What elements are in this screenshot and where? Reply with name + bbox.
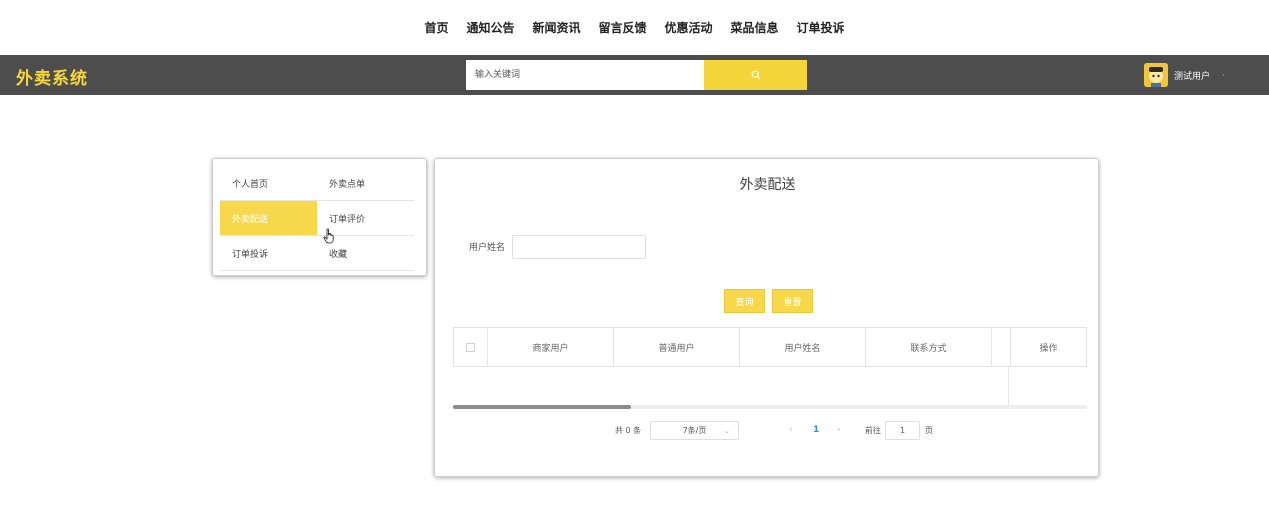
side-item-order[interactable]: 外卖点单 xyxy=(317,166,414,201)
page-number-current[interactable]: 1 xyxy=(813,425,819,435)
pagination-total: 共 0 条 xyxy=(615,426,642,435)
select-all-cell xyxy=(454,328,488,366)
page-size-value: 7条/页 xyxy=(682,426,707,435)
nav-item-home[interactable]: 首页 xyxy=(424,19,448,36)
search-input[interactable] xyxy=(466,60,704,90)
page-unit-label: 页 xyxy=(925,426,933,435)
goto-page-input[interactable]: 1 xyxy=(885,421,920,440)
side-item-complaints[interactable]: 订单投诉 xyxy=(220,236,317,271)
column-header-merchant: 商家用户 xyxy=(488,328,614,366)
delivery-table-header: 商家用户 普通用户 用户姓名 联系方式 操作 xyxy=(453,327,1087,367)
delivery-panel: 外卖配送 用户姓名 查询 重置 商家用户 普通用户 用户姓名 联系方式 操作 共… xyxy=(434,158,1099,477)
nav-item-dishes[interactable]: 菜品信息 xyxy=(731,19,779,36)
goto-label: 前往 xyxy=(865,426,881,435)
query-button[interactable]: 查询 xyxy=(724,289,765,313)
brand-title: 外卖系统 xyxy=(16,69,88,89)
column-header-name: 用户姓名 xyxy=(740,328,866,366)
pagination: 共 0 条 7条/页 ⌄ ‹ 1 › 前往 1 页 xyxy=(435,421,1100,441)
reset-button[interactable]: 重置 xyxy=(772,289,813,313)
horizontal-scrollbar-thumb[interactable] xyxy=(453,405,631,409)
hand-cursor-icon xyxy=(323,228,334,244)
chevron-down-icon: ⌄ xyxy=(724,427,730,435)
column-header-user: 普通用户 xyxy=(614,328,740,366)
prev-page-button[interactable]: ‹ xyxy=(789,425,793,435)
user-menu[interactable]: 测试用户 · xyxy=(1144,61,1225,89)
page-title: 外卖配送 xyxy=(739,177,796,193)
username-filter-input[interactable] xyxy=(512,235,646,259)
column-header-spacer xyxy=(992,328,1011,366)
avatar xyxy=(1144,63,1168,87)
search-button[interactable] xyxy=(704,60,807,90)
user-dropdown-icon[interactable]: · xyxy=(1222,71,1225,80)
nav-item-promotions[interactable]: 优惠活动 xyxy=(665,19,713,36)
page-size-select[interactable]: 7条/页 ⌄ xyxy=(650,421,739,440)
column-header-actions: 操作 xyxy=(1039,343,1058,354)
nav-item-complaints[interactable]: 订单投诉 xyxy=(797,19,845,36)
search-bar xyxy=(466,60,807,90)
nav-item-feedback[interactable]: 留言反馈 xyxy=(598,19,646,36)
nav-item-notices[interactable]: 通知公告 xyxy=(466,19,514,36)
select-all-checkbox[interactable] xyxy=(466,342,475,352)
nav-item-news[interactable]: 新闻资讯 xyxy=(532,19,580,36)
next-page-button[interactable]: › xyxy=(837,425,841,435)
fixed-column-divider xyxy=(1008,367,1009,409)
top-nav: 首页 通知公告 新闻资讯 留言反馈 优惠活动 菜品信息 订单投诉 xyxy=(0,0,1269,55)
column-header-contact: 联系方式 xyxy=(866,328,992,366)
side-item-profile[interactable]: 个人首页 xyxy=(220,166,317,201)
header-bar: 外卖系统 测试用户 · xyxy=(0,55,1269,95)
search-icon xyxy=(751,70,760,80)
side-menu: 个人首页 外卖点单 外卖配送 订单评价 订单投诉 收藏 xyxy=(212,158,427,276)
username-filter-label: 用户姓名 xyxy=(469,243,506,253)
user-name: 测试用户 xyxy=(1174,71,1211,82)
side-item-delivery[interactable]: 外卖配送 xyxy=(220,201,317,236)
avatar-icon xyxy=(1144,63,1168,87)
